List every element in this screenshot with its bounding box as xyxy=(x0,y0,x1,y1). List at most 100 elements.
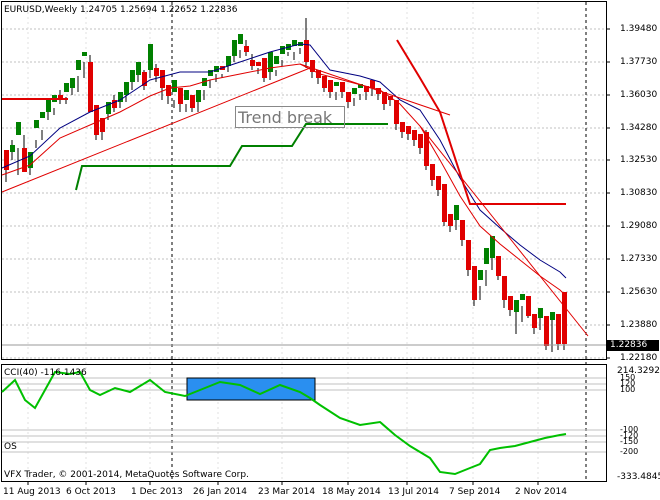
bear-candle xyxy=(532,314,537,328)
trend-break-text: Trend break xyxy=(238,108,333,127)
bear-candle xyxy=(556,314,561,344)
bull-candle xyxy=(64,83,69,92)
bear-candle xyxy=(370,80,375,88)
time-label: 11 Aug 2013 xyxy=(3,487,61,497)
price-label: 1.36030 xyxy=(620,90,658,100)
cci-level-label: 100 xyxy=(620,385,636,394)
bull-candle xyxy=(226,56,231,66)
bear-candle xyxy=(304,40,309,62)
bear-candle xyxy=(418,134,423,148)
bear-candle xyxy=(178,88,183,104)
bull-candle xyxy=(40,112,45,118)
copyright-text: VFX Trader, © 2001-2014, MetaQuotes Soft… xyxy=(4,470,249,480)
moving-average-blue xyxy=(1,43,567,279)
stop-line-green xyxy=(75,123,388,191)
price-label: 1.34280 xyxy=(620,123,658,133)
bear-candle xyxy=(412,130,417,140)
bear-candle xyxy=(250,60,255,66)
bull-candle xyxy=(76,60,81,70)
bull-candle xyxy=(70,78,75,88)
bull-candle xyxy=(148,44,153,70)
price-label: 1.39480 xyxy=(620,24,658,34)
bear-candle xyxy=(406,126,411,134)
bear-candle xyxy=(340,82,345,92)
time-label: 23 Mar 2014 xyxy=(258,487,316,497)
price-label: 1.37730 xyxy=(620,57,658,67)
chart-window[interactable]: EURUSD,Weekly 1.24705 1.25694 1.22652 1.… xyxy=(0,0,660,500)
time-label: 7 Sep 2014 xyxy=(449,487,501,497)
time-label: 2 Nov 2014 xyxy=(515,487,567,497)
bear-candle xyxy=(190,95,195,108)
bull-candle xyxy=(232,40,237,56)
bear-candle xyxy=(442,184,447,222)
time-label: 6 Oct 2013 xyxy=(66,487,116,497)
bull-candle xyxy=(130,70,135,82)
bear-candle xyxy=(154,68,159,76)
bull-candle xyxy=(172,80,177,92)
bear-candle xyxy=(436,176,441,190)
price-label: 1.22180 xyxy=(620,353,658,363)
bull-candle xyxy=(280,46,285,54)
bull-candle xyxy=(334,82,339,86)
bull-candle xyxy=(268,52,273,72)
bear-candle xyxy=(508,296,513,310)
bear-candle xyxy=(160,70,165,88)
bear-candle xyxy=(256,62,261,66)
price-label: 1.32530 xyxy=(620,155,658,165)
symbol-info: EURUSD,Weekly 1.24705 1.25694 1.22652 1.… xyxy=(4,5,238,15)
bear-candle xyxy=(322,76,327,88)
time-label: 26 Jan 2014 xyxy=(193,487,247,497)
trend-line-up xyxy=(1,67,311,193)
cci-bottom-value: -333.4845 xyxy=(617,472,660,482)
bear-candle xyxy=(562,292,567,344)
bull-candle xyxy=(454,205,459,220)
price-label: 1.23880 xyxy=(620,320,658,330)
stop-line-red xyxy=(396,39,566,205)
bear-candle xyxy=(58,95,63,98)
bull-candle xyxy=(478,270,483,280)
time-label: 13 Jul 2014 xyxy=(388,487,439,497)
price-label: 1.29080 xyxy=(620,221,658,231)
bear-candle xyxy=(88,62,93,112)
bull-candle xyxy=(136,62,141,75)
time-label: 1 Dec 2013 xyxy=(131,487,183,497)
bear-candle xyxy=(466,240,471,270)
bull-candle xyxy=(550,312,555,320)
bull-candle xyxy=(196,90,201,102)
bear-candle xyxy=(394,100,399,124)
bull-candle xyxy=(82,52,87,56)
chart-canvas[interactable] xyxy=(0,0,660,500)
bull-candle xyxy=(520,294,525,300)
bull-candle xyxy=(274,56,279,64)
price-label: 1.30830 xyxy=(620,188,658,198)
bear-candle xyxy=(400,122,405,132)
bear-candle xyxy=(430,164,435,180)
bull-candle xyxy=(238,34,243,44)
bear-candle xyxy=(544,316,549,346)
os-label: OS xyxy=(4,442,17,452)
bull-candle xyxy=(124,82,129,95)
trend-break-label[interactable]: Trend break xyxy=(235,106,345,128)
time-label: 18 May 2014 xyxy=(322,487,381,497)
bull-candle xyxy=(484,248,489,264)
bear-candle xyxy=(328,80,333,92)
bull-candle xyxy=(514,300,519,312)
cci-level-label: -200 xyxy=(620,447,639,456)
bull-candle xyxy=(16,122,21,135)
bear-candle xyxy=(502,276,507,300)
bear-candle xyxy=(22,148,27,172)
bear-candle xyxy=(448,214,453,226)
bull-candle xyxy=(352,88,357,94)
cci-label: CCI(40) -116.1436 xyxy=(4,368,87,378)
bear-candle xyxy=(526,296,531,316)
bull-candle xyxy=(46,100,51,112)
bear-candle xyxy=(472,266,477,300)
bull-candle xyxy=(34,120,39,128)
bull-candle xyxy=(184,90,189,100)
bear-candle xyxy=(262,58,267,78)
bear-candle xyxy=(244,46,249,52)
current-price-label: 1.22836 xyxy=(607,340,659,351)
bull-candle xyxy=(538,308,543,318)
bear-candle xyxy=(496,256,501,276)
cci-level-label: -150 xyxy=(620,437,639,446)
